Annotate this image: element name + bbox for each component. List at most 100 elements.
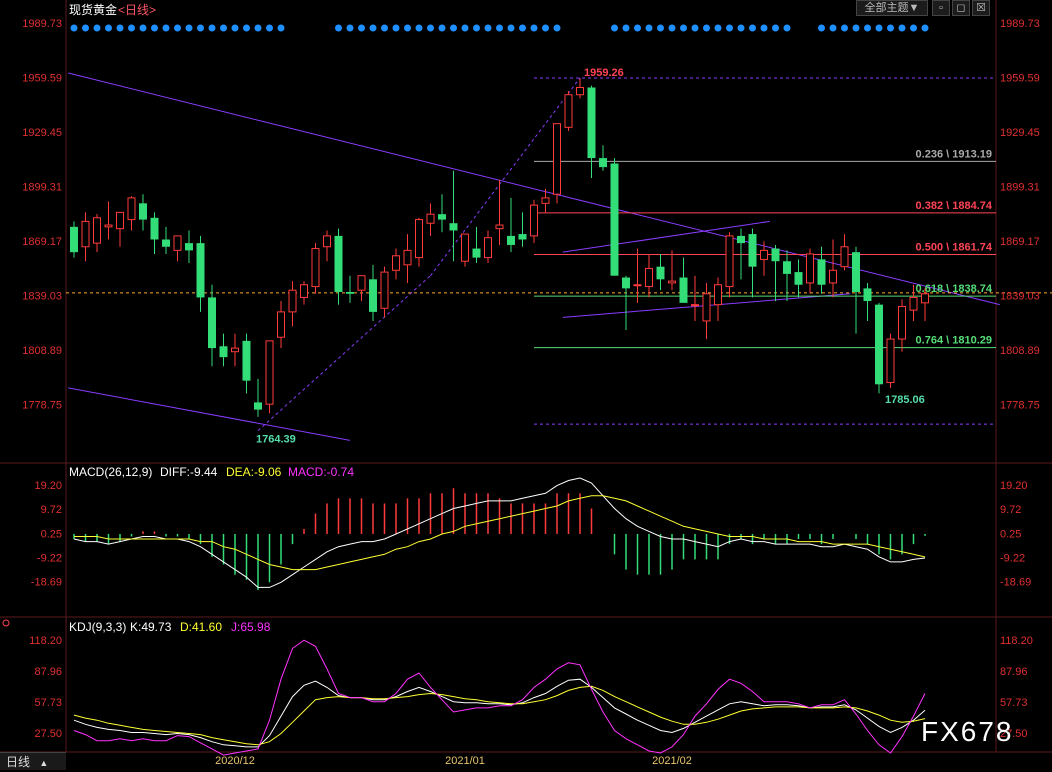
y-tick-label-right: -9.22 bbox=[1000, 552, 1025, 564]
candle-body bbox=[852, 252, 860, 292]
event-dot bbox=[346, 24, 354, 32]
candle-body bbox=[771, 248, 780, 262]
candlestick-series: 1959.26 1764.39 1785.06 bbox=[70, 67, 929, 446]
x-tick-label: 2021/01 bbox=[445, 755, 485, 767]
y-tick-label-left: 118.20 bbox=[29, 635, 62, 647]
event-dot bbox=[220, 24, 227, 32]
candle-body bbox=[346, 291, 354, 294]
candle-body bbox=[150, 217, 159, 240]
candle-body bbox=[633, 284, 642, 287]
candle-body bbox=[81, 220, 90, 248]
restore-icon[interactable]: ◻ bbox=[952, 0, 970, 16]
event-dot bbox=[174, 24, 181, 32]
event-dot bbox=[415, 24, 423, 32]
event-dot bbox=[358, 24, 365, 32]
candle-body bbox=[599, 158, 607, 168]
y-tick-label-right: 9.72 bbox=[1000, 504, 1021, 516]
kdj-j-label: J:65.98 bbox=[231, 620, 271, 634]
close-icon[interactable]: ☒ bbox=[972, 0, 990, 16]
event-dot bbox=[841, 24, 848, 32]
event-dot bbox=[438, 24, 446, 32]
event-dot bbox=[82, 24, 89, 32]
event-dot bbox=[898, 24, 906, 32]
candle-body bbox=[484, 237, 492, 259]
event-dot bbox=[829, 24, 837, 32]
theme-button-label: 全部主题 bbox=[864, 2, 909, 14]
theme-selector-button[interactable]: 全部主题▼ bbox=[856, 0, 928, 16]
candle-body bbox=[173, 235, 182, 251]
event-dot bbox=[243, 24, 250, 32]
y-tick-label-left: 1899.31 bbox=[22, 181, 62, 193]
candle-body bbox=[898, 305, 906, 340]
candle-body bbox=[817, 259, 826, 285]
macd-title: MACD(26,12,9) bbox=[69, 465, 152, 479]
event-dot bbox=[404, 24, 411, 32]
y-tick-label-right: 118.20 bbox=[1000, 635, 1033, 647]
high-annotation: 1959.26 bbox=[584, 67, 624, 79]
downtrend-line bbox=[68, 72, 1000, 306]
candle-body bbox=[622, 277, 630, 289]
event-dot bbox=[737, 24, 745, 32]
candle-body bbox=[748, 234, 757, 267]
candle-body bbox=[288, 289, 297, 313]
candle-body bbox=[300, 284, 308, 298]
candle-body bbox=[564, 94, 573, 128]
event-dot bbox=[507, 24, 515, 32]
event-dot bbox=[496, 24, 503, 32]
y-tick-label-left: -18.69 bbox=[31, 576, 62, 588]
chart-canvas: 0.236 \ 1913.19 0.382 \ 1884.74 0.500 \ 18… bbox=[0, 0, 1052, 767]
candle-body bbox=[806, 253, 814, 284]
period-tab[interactable]: 日线 ▲ bbox=[0, 752, 66, 770]
y-tick-label-left: 1929.45 bbox=[22, 127, 62, 139]
candle-body bbox=[231, 347, 239, 353]
candle-body bbox=[185, 243, 193, 251]
minimize-icon[interactable]: ▫ bbox=[932, 0, 950, 16]
candle-body bbox=[863, 288, 872, 302]
event-dots bbox=[70, 24, 929, 32]
watermark-logo: FX678 bbox=[921, 716, 1014, 747]
y-tick-label-right: 1808.89 bbox=[1000, 345, 1040, 357]
event-dot bbox=[519, 24, 526, 32]
fibonacci-levels: 0.236 \ 1913.19 0.382 \ 1884.74 0.500 \ 18… bbox=[534, 148, 996, 349]
y-tick-label-right: 1899.31 bbox=[1000, 181, 1040, 193]
event-dot bbox=[921, 24, 929, 32]
candle-body bbox=[875, 304, 883, 385]
candle-body bbox=[472, 248, 481, 258]
fib-level-label: 0.618 \ 1838.74 bbox=[916, 283, 993, 295]
macd-panel bbox=[73, 477, 926, 590]
y-tick-label-right: 87.96 bbox=[1000, 666, 1028, 678]
candle-body bbox=[196, 243, 205, 298]
event-dot bbox=[277, 24, 285, 32]
y-tick-label-left: 1869.17 bbox=[22, 236, 62, 248]
event-dot bbox=[691, 24, 699, 32]
event-dot bbox=[910, 24, 917, 32]
kdj-k-label: K:49.73 bbox=[130, 620, 172, 634]
event-dot bbox=[105, 24, 112, 32]
y-tick-label-left: 1839.03 bbox=[22, 291, 62, 303]
candle-body bbox=[426, 213, 435, 224]
candle-body bbox=[518, 234, 527, 240]
candle-body bbox=[794, 272, 803, 285]
candle-body bbox=[886, 338, 895, 383]
y-tick-label-left: 0.25 bbox=[41, 528, 62, 540]
event-dot bbox=[208, 24, 216, 32]
event-dot bbox=[231, 24, 239, 32]
macd-value-label: MACD:-0.74 bbox=[288, 465, 354, 479]
candle-body bbox=[380, 271, 389, 309]
period-link[interactable]: <日线> bbox=[118, 3, 156, 17]
event-dot bbox=[726, 24, 733, 32]
event-dot bbox=[461, 24, 469, 32]
event-dot bbox=[668, 24, 676, 32]
event-dot bbox=[864, 24, 871, 32]
candle-body bbox=[357, 275, 366, 291]
candle-body bbox=[70, 226, 78, 253]
settings-dot-icon[interactable] bbox=[2, 619, 10, 627]
kdj-k-line bbox=[73, 678, 926, 748]
candle-body bbox=[162, 239, 170, 247]
y-tick-label-left: -9.22 bbox=[37, 552, 62, 564]
candle-body bbox=[392, 255, 400, 271]
macd-dea-label: DEA:-9.06 bbox=[226, 465, 282, 479]
event-dot bbox=[703, 24, 710, 32]
candle-body bbox=[323, 235, 331, 248]
kdj-d-line bbox=[73, 685, 926, 746]
